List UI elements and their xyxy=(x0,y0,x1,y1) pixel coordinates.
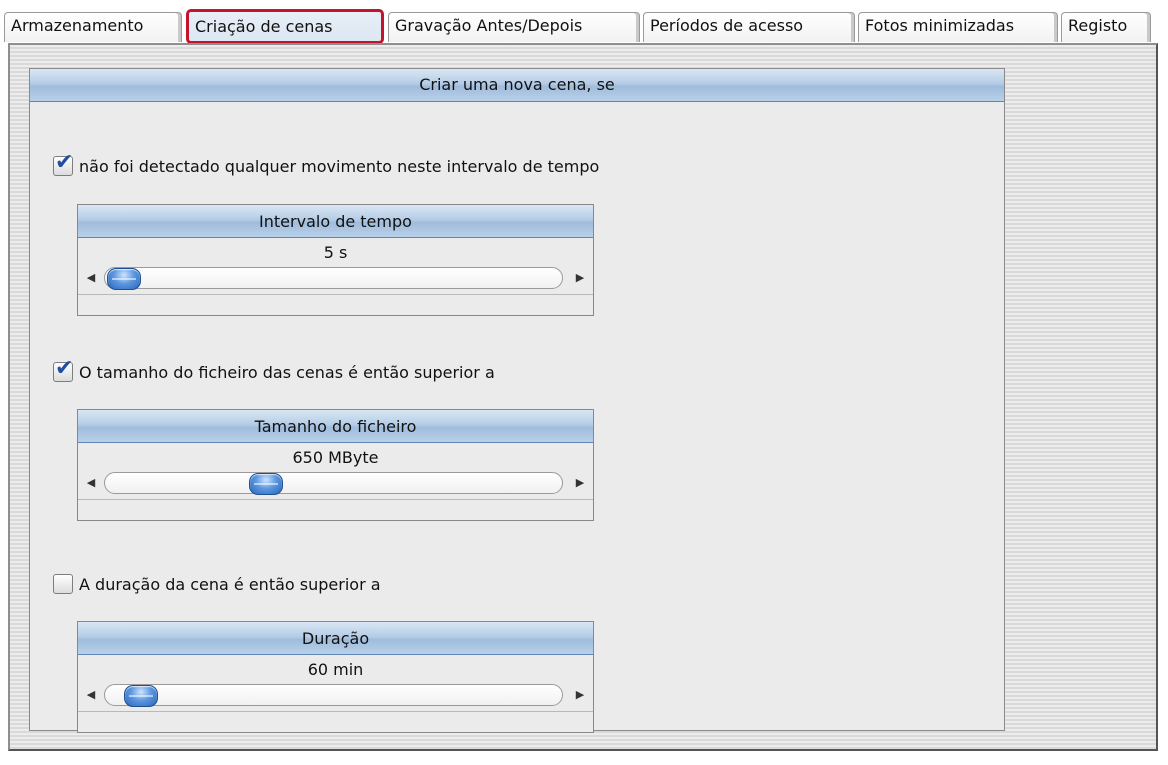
time-interval-box: Intervalo de tempo 5 s ◀ ▶ xyxy=(77,204,594,316)
box-footer xyxy=(78,711,593,732)
slider-track[interactable] xyxy=(104,684,563,707)
file-size-value: 650 MByte xyxy=(292,448,379,467)
slider-track[interactable] xyxy=(104,267,563,290)
condition-file-size-row: ✔ O tamanho do ficheiro das cenas é então… xyxy=(53,357,495,386)
slider-thumb[interactable] xyxy=(123,685,158,707)
condition-no-motion-row: ✔ não foi detectado qualquer movimento ne… xyxy=(53,151,600,180)
duration-label: A duração da cena é então superior a xyxy=(79,575,381,594)
duration-checkbox[interactable]: ✔ xyxy=(53,573,73,594)
time-interval-slider[interactable]: ◀ ▶ xyxy=(80,264,591,292)
tab-label: Armazenamento xyxy=(11,16,144,35)
file-size-box: Tamanho do ficheiro 650 MByte ◀ ▶ xyxy=(77,409,594,521)
slider-thumb[interactable] xyxy=(107,268,141,290)
tab-label: Fotos minimizadas xyxy=(865,16,1015,35)
duration-value: 60 min xyxy=(307,660,364,679)
duration-slider[interactable]: ◀ ▶ xyxy=(80,681,591,709)
arrow-left-icon[interactable]: ◀ xyxy=(80,268,102,288)
arrow-left-icon[interactable]: ◀ xyxy=(80,473,102,493)
file-size-checkbox[interactable]: ✔ xyxy=(53,357,73,382)
duration-header: Duração xyxy=(78,622,593,655)
box-footer xyxy=(78,499,593,520)
checkmark-icon: ✔ xyxy=(55,149,74,175)
tab-registo[interactable]: Registo xyxy=(1061,12,1151,42)
arrow-right-icon[interactable]: ▶ xyxy=(569,473,591,493)
arrow-left-icon[interactable]: ◀ xyxy=(80,685,102,705)
tab-gravacao-antes-depois[interactable]: Gravação Antes/Depois xyxy=(388,12,640,42)
tab-armazenamento[interactable]: Armazenamento xyxy=(4,12,182,42)
no-motion-label: não foi detectado qualquer movimento nes… xyxy=(79,157,600,176)
file-size-slider[interactable]: ◀ ▶ xyxy=(80,469,591,497)
scene-creation-group: Criar uma nova cena, se ✔ não foi detecta… xyxy=(29,68,1005,733)
tab-bar: Armazenamento Criação de cenas Gravação … xyxy=(0,0,1168,46)
tab-content-panel: Criar uma nova cena, se ✔ não foi detecta… xyxy=(8,43,1158,751)
tab-label: Criação de cenas xyxy=(195,17,333,36)
box-footer xyxy=(78,294,593,315)
arrow-right-icon[interactable]: ▶ xyxy=(569,268,591,288)
condition-duration-row: ✔ A duração da cena é então superior a xyxy=(53,572,381,598)
time-interval-value: 5 s xyxy=(323,243,348,262)
tab-label: Gravação Antes/Depois xyxy=(395,16,583,35)
tab-criacao-de-cenas[interactable]: Criação de cenas xyxy=(186,9,384,44)
no-motion-checkbox[interactable]: ✔ xyxy=(53,151,73,176)
slider-thumb[interactable] xyxy=(249,473,284,495)
slider-track[interactable] xyxy=(104,472,563,495)
group-header: Criar uma nova cena, se xyxy=(30,69,1004,102)
checkmark-icon: ✔ xyxy=(55,355,74,381)
tab-periodos-de-acesso[interactable]: Períodos de acesso xyxy=(643,12,855,42)
duration-box: Duração 60 min ◀ ▶ xyxy=(77,621,594,733)
tab-label: Registo xyxy=(1068,16,1128,35)
tab-label: Períodos de acesso xyxy=(650,16,804,35)
file-size-header: Tamanho do ficheiro xyxy=(78,410,593,443)
arrow-right-icon[interactable]: ▶ xyxy=(569,685,591,705)
time-interval-header: Intervalo de tempo xyxy=(78,205,593,238)
file-size-label: O tamanho do ficheiro das cenas é então … xyxy=(79,363,495,382)
tab-fotos-minimizadas[interactable]: Fotos minimizadas xyxy=(858,12,1058,42)
